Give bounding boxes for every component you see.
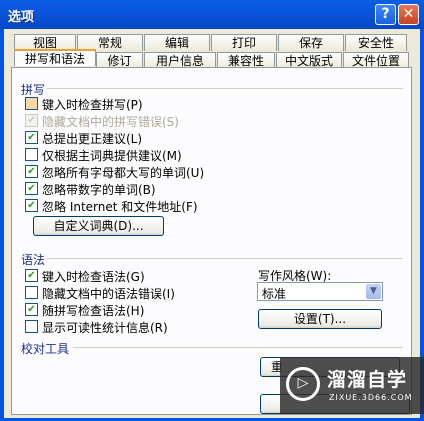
checkbox[interactable] [25,97,38,110]
play-logo-icon: ▷ [286,367,320,401]
checkbox[interactable] [25,148,38,161]
tab-edit[interactable]: 编辑 [144,34,210,51]
checkbox[interactable]: ✔ [25,303,38,316]
option-label: 键入时检查语法(G) [42,270,145,284]
close-button[interactable]: ✕ [398,4,419,25]
option-label: 键入时检查拼写(P) [42,98,143,112]
grammar-section-title: 语法 [21,253,46,267]
grammar-divider [47,258,403,259]
checkbox[interactable]: ✔ [25,199,38,212]
tab-save[interactable]: 保存 [278,34,344,51]
proofing-section-title: 校对工具 [21,342,70,356]
options-dialog: 选项 ? ✕ 视图 常规 编辑 打印 保存 安全性 拼写和语法 修订 用户信息 … [0,0,424,421]
watermark-name: 溜溜自学 [327,369,408,391]
checkbox[interactable]: ✔ [25,131,38,144]
option-label: 忽略带数字的单词(B) [42,183,156,197]
grammar-settings-button[interactable]: 设置(T)... [258,309,382,329]
checkbox[interactable]: ✔ [25,182,38,195]
watermark-url: ZIXUE.3D66.COM [329,393,413,402]
spelling-divider [47,88,403,89]
option-label: 随拼写检查语法(H) [42,304,145,318]
tab-spelling-grammar[interactable]: 拼写和语法 [14,49,96,66]
option-label: 忽略 Internet 和文件地址(F) [42,200,198,214]
writing-style-value: 标准 [262,287,287,301]
proofing-divider [73,347,403,348]
checkbox[interactable]: ✔ [25,269,38,282]
option-label: 仅根据主词典提供建议(M) [42,149,182,163]
chevron-down-icon[interactable]: ▼ [366,284,381,299]
watermark: ▷ 溜溜自学 ZIXUE.3D66.COM [280,357,424,414]
checkbox[interactable] [25,286,38,299]
checkbox: ✔ [25,114,38,127]
option-label: 总提出更正建议(L) [42,132,143,146]
checkbox[interactable] [25,320,38,333]
tab-security[interactable]: 安全性 [345,34,407,51]
custom-dictionaries-button[interactable]: 自定义词典(D)... [33,216,164,236]
option-label: 隐藏文档中的拼写错误(S) [42,115,179,129]
help-button[interactable]: ? [375,4,396,25]
option-label: 忽略所有字母都大写的单词(U) [42,166,205,180]
window-title: 选项 [8,10,35,25]
option-label: 显示可读性统计信息(R) [42,321,168,335]
option-label: 隐藏文档中的语法错误(I) [42,287,175,301]
writing-style-select[interactable]: 标准 ▼ [257,282,383,301]
title-bar[interactable]: 选项 ? ✕ [0,0,424,29]
tab-print[interactable]: 打印 [211,34,277,51]
checkbox[interactable]: ✔ [25,165,38,178]
